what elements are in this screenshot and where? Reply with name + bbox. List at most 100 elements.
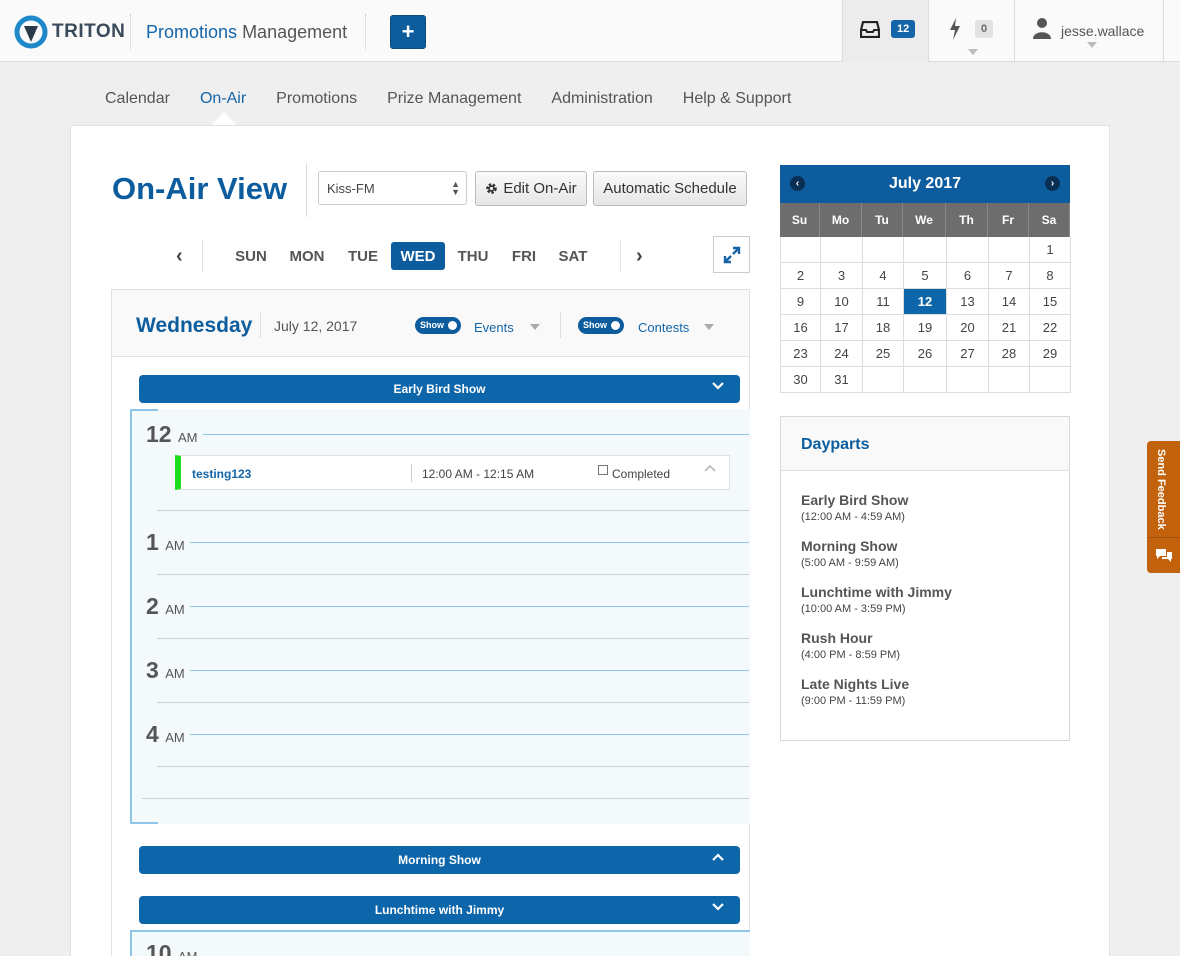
calendar-empty-cell <box>821 237 863 263</box>
calendar-day[interactable]: 11 <box>863 289 904 315</box>
edit-on-air-button[interactable]: Edit On-Air <box>475 171 587 206</box>
events-toggle[interactable]: Show <box>415 317 461 334</box>
calendar-day[interactable]: 28 <box>989 341 1030 367</box>
daypart-name: Morning Show <box>801 538 898 554</box>
weekday-header: Mo <box>820 203 862 237</box>
expand-button[interactable] <box>713 236 750 273</box>
calendar-day[interactable]: 25 <box>863 341 904 367</box>
contests-toggle-label: Show <box>583 320 607 330</box>
contests-dropdown-caret-icon[interactable] <box>704 324 714 330</box>
calendar-day[interactable]: 20 <box>947 315 989 341</box>
daypart-item[interactable]: Early Bird Show (12:00 AM - 4:59 AM) <box>801 492 908 523</box>
nav-prize-management[interactable]: Prize Management <box>387 90 521 108</box>
nav-calendar[interactable]: Calendar <box>105 90 170 108</box>
calendar-day[interactable]: 15 <box>1030 289 1071 315</box>
calendar-day[interactable]: 16 <box>781 315 821 341</box>
calendar-day[interactable]: 22 <box>1030 315 1071 341</box>
calendar-day[interactable]: 21 <box>989 315 1030 341</box>
day-wed[interactable]: WED <box>391 242 445 270</box>
calendar-empty-cell <box>947 237 989 263</box>
chevron-up-icon[interactable] <box>704 464 716 472</box>
automatic-schedule-button[interactable]: Automatic Schedule <box>593 171 747 206</box>
daypart-item[interactable]: Late Nights Live (9:00 PM - 11:59 PM) <box>801 676 909 707</box>
calendar-day[interactable]: 27 <box>947 341 989 367</box>
half-hour-line <box>142 798 749 799</box>
calendar-day[interactable]: 12 <box>904 289 947 315</box>
day-sun[interactable]: SUN <box>226 242 276 270</box>
alerts-menu[interactable]: 0 <box>928 0 1014 62</box>
top-header: TRITON Promotions Management + 12 0 jess… <box>0 0 1180 62</box>
edit-on-air-label: Edit On-Air <box>503 180 577 197</box>
triton-logo[interactable]: TRITON <box>14 14 125 50</box>
calendar-day[interactable]: 19 <box>904 315 947 341</box>
hour-label-12am: 12 AM <box>146 421 197 448</box>
half-hour-line <box>157 702 749 703</box>
user-menu[interactable]: jesse.wallace <box>1014 0 1164 62</box>
next-week-chevron-icon[interactable]: › <box>636 245 643 268</box>
contests-filter-label[interactable]: Contests <box>638 320 689 335</box>
calendar-day[interactable]: 9 <box>781 289 821 315</box>
calendar-day[interactable]: 26 <box>904 341 947 367</box>
day-mon[interactable]: MON <box>282 242 332 270</box>
calendar-day[interactable]: 5 <box>904 263 947 289</box>
event-card[interactable]: testing123 12:00 AM - 12:15 AM Completed <box>175 455 730 490</box>
events-dropdown-caret-icon[interactable] <box>530 324 540 330</box>
calendar-day[interactable]: 10 <box>821 289 863 315</box>
alerts-count-badge: 0 <box>975 20 994 38</box>
event-status: Completed <box>612 467 671 481</box>
daypart-time: (12:00 AM - 4:59 AM) <box>801 511 905 523</box>
daypart-item[interactable]: Morning Show (5:00 AM - 9:59 AM) <box>801 538 899 569</box>
page-title: On-Air View <box>112 171 288 206</box>
calendar-weekday-row: Su Mo Tu We Th Fr Sa <box>780 203 1070 237</box>
calendar-day[interactable]: 7 <box>989 263 1030 289</box>
nav-administration[interactable]: Administration <box>551 90 652 108</box>
station-select[interactable]: Kiss-FM ▲ ▼ <box>318 171 467 205</box>
day-sat[interactable]: SAT <box>552 242 594 270</box>
calendar-day[interactable]: 30 <box>781 367 821 393</box>
events-filter-label[interactable]: Events <box>474 320 514 335</box>
send-feedback-tab[interactable]: Send Feedback <box>1147 441 1180 573</box>
half-hour-line <box>157 766 749 767</box>
calendar-day[interactable]: 3 <box>821 263 863 289</box>
show-bar-lunchtime-with-jimmy[interactable]: Lunchtime with Jimmy <box>139 896 740 924</box>
day-header-divider <box>560 312 561 338</box>
calendar-day[interactable]: 17 <box>821 315 863 341</box>
calendar-day[interactable]: 14 <box>989 289 1030 315</box>
day-fri[interactable]: FRI <box>504 242 544 270</box>
calendar-day[interactable]: 18 <box>863 315 904 341</box>
calendar-day[interactable]: 24 <box>821 341 863 367</box>
contests-toggle[interactable]: Show <box>578 317 624 334</box>
event-name[interactable]: testing123 <box>192 467 251 481</box>
inbox-menu[interactable]: 12 <box>842 0 928 62</box>
nav-help-support[interactable]: Help & Support <box>683 90 792 108</box>
show-bar-morning-show[interactable]: Morning Show <box>139 846 740 874</box>
calendar-day[interactable]: 1 <box>1030 237 1071 263</box>
next-month-icon[interactable]: › <box>1045 176 1060 191</box>
prev-week-chevron-icon[interactable]: ‹ <box>176 245 183 268</box>
day-thu[interactable]: THU <box>452 242 494 270</box>
nav-on-air[interactable]: On-Air <box>200 90 246 108</box>
calendar-day[interactable]: 4 <box>863 263 904 289</box>
day-tue[interactable]: TUE <box>340 242 386 270</box>
calendar-day[interactable]: 31 <box>821 367 863 393</box>
daypart-item[interactable]: Rush Hour (4:00 PM - 8:59 PM) <box>801 630 900 661</box>
user-icon <box>1033 18 1051 39</box>
calendar-day[interactable]: 13 <box>947 289 989 315</box>
inbox-count-badge: 12 <box>891 20 916 38</box>
calendar-day[interactable]: 29 <box>1030 341 1071 367</box>
prev-month-icon[interactable]: ‹ <box>790 176 805 191</box>
calendar-day[interactable]: 8 <box>1030 263 1071 289</box>
nav-promotions[interactable]: Promotions <box>276 90 357 108</box>
add-button[interactable]: + <box>390 15 426 49</box>
calendar-day-grid: 1 2 3 4 5 6 7 8 9 10 11 12 13 14 15 16 17 18 19 20 21 22 23 24 2… <box>780 237 1071 393</box>
calendar-day[interactable]: 6 <box>947 263 989 289</box>
daypart-item[interactable]: Lunchtime with Jimmy (10:00 AM - 3:59 PM… <box>801 584 952 615</box>
hour-label-1am: 1 AM <box>146 529 185 556</box>
calendar-day[interactable]: 23 <box>781 341 821 367</box>
select-arrows-icon: ▲ ▼ <box>451 179 460 197</box>
hour-number: 12 <box>146 421 172 447</box>
calendar-day[interactable]: 2 <box>781 263 821 289</box>
completed-checkbox[interactable] <box>598 465 608 475</box>
show-bar-early-bird[interactable]: Early Bird Show <box>139 375 740 403</box>
hour-ampm: AM <box>165 538 185 553</box>
